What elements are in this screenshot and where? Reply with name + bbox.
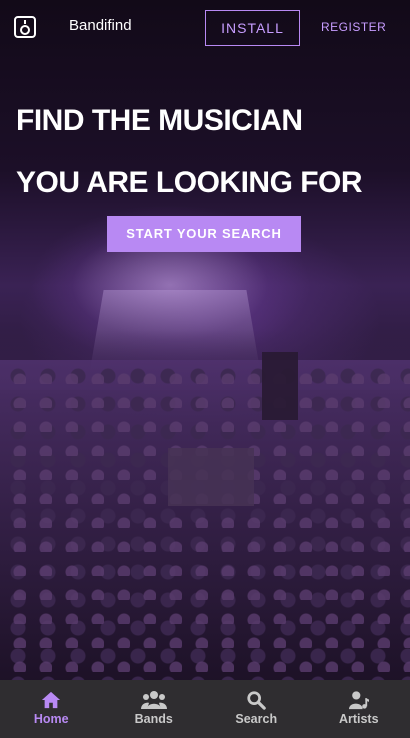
nav-item-home[interactable]: Home xyxy=(0,680,103,738)
nav-item-label: Artists xyxy=(338,712,379,726)
hero-title: FIND THE MUSICIAN YOU ARE LOOKING FOR xyxy=(16,90,406,214)
register-link[interactable]: REGISTER xyxy=(321,20,386,34)
nav-item-search[interactable]: Search xyxy=(205,680,308,738)
bottom-navigation: Home Bands Search Artists xyxy=(0,680,410,738)
hero-title-line-2: YOU ARE LOOKING FOR xyxy=(16,166,363,199)
artist-icon xyxy=(348,691,369,710)
logo-icon[interactable] xyxy=(14,16,36,38)
start-search-button[interactable]: START YOUR SEARCH xyxy=(107,216,301,252)
search-icon xyxy=(247,691,267,710)
camera-platform xyxy=(168,448,254,506)
brand-name[interactable]: Bandifind xyxy=(69,17,132,34)
nav-item-bands[interactable]: Bands xyxy=(103,680,206,738)
group-icon xyxy=(140,691,167,709)
hero-title-line-1: FIND THE MUSICIAN xyxy=(16,104,303,137)
home-icon xyxy=(42,691,61,709)
nav-item-label: Bands xyxy=(134,712,173,726)
concert-crowd xyxy=(0,360,410,680)
install-button[interactable]: INSTALL xyxy=(205,10,300,46)
nav-item-artists[interactable]: Artists xyxy=(308,680,410,738)
nav-item-label: Home xyxy=(33,712,69,726)
nav-item-label: Search xyxy=(235,712,278,726)
top-header: Bandifind INSTALL REGISTER xyxy=(0,0,410,56)
speaker-tower xyxy=(262,352,298,420)
